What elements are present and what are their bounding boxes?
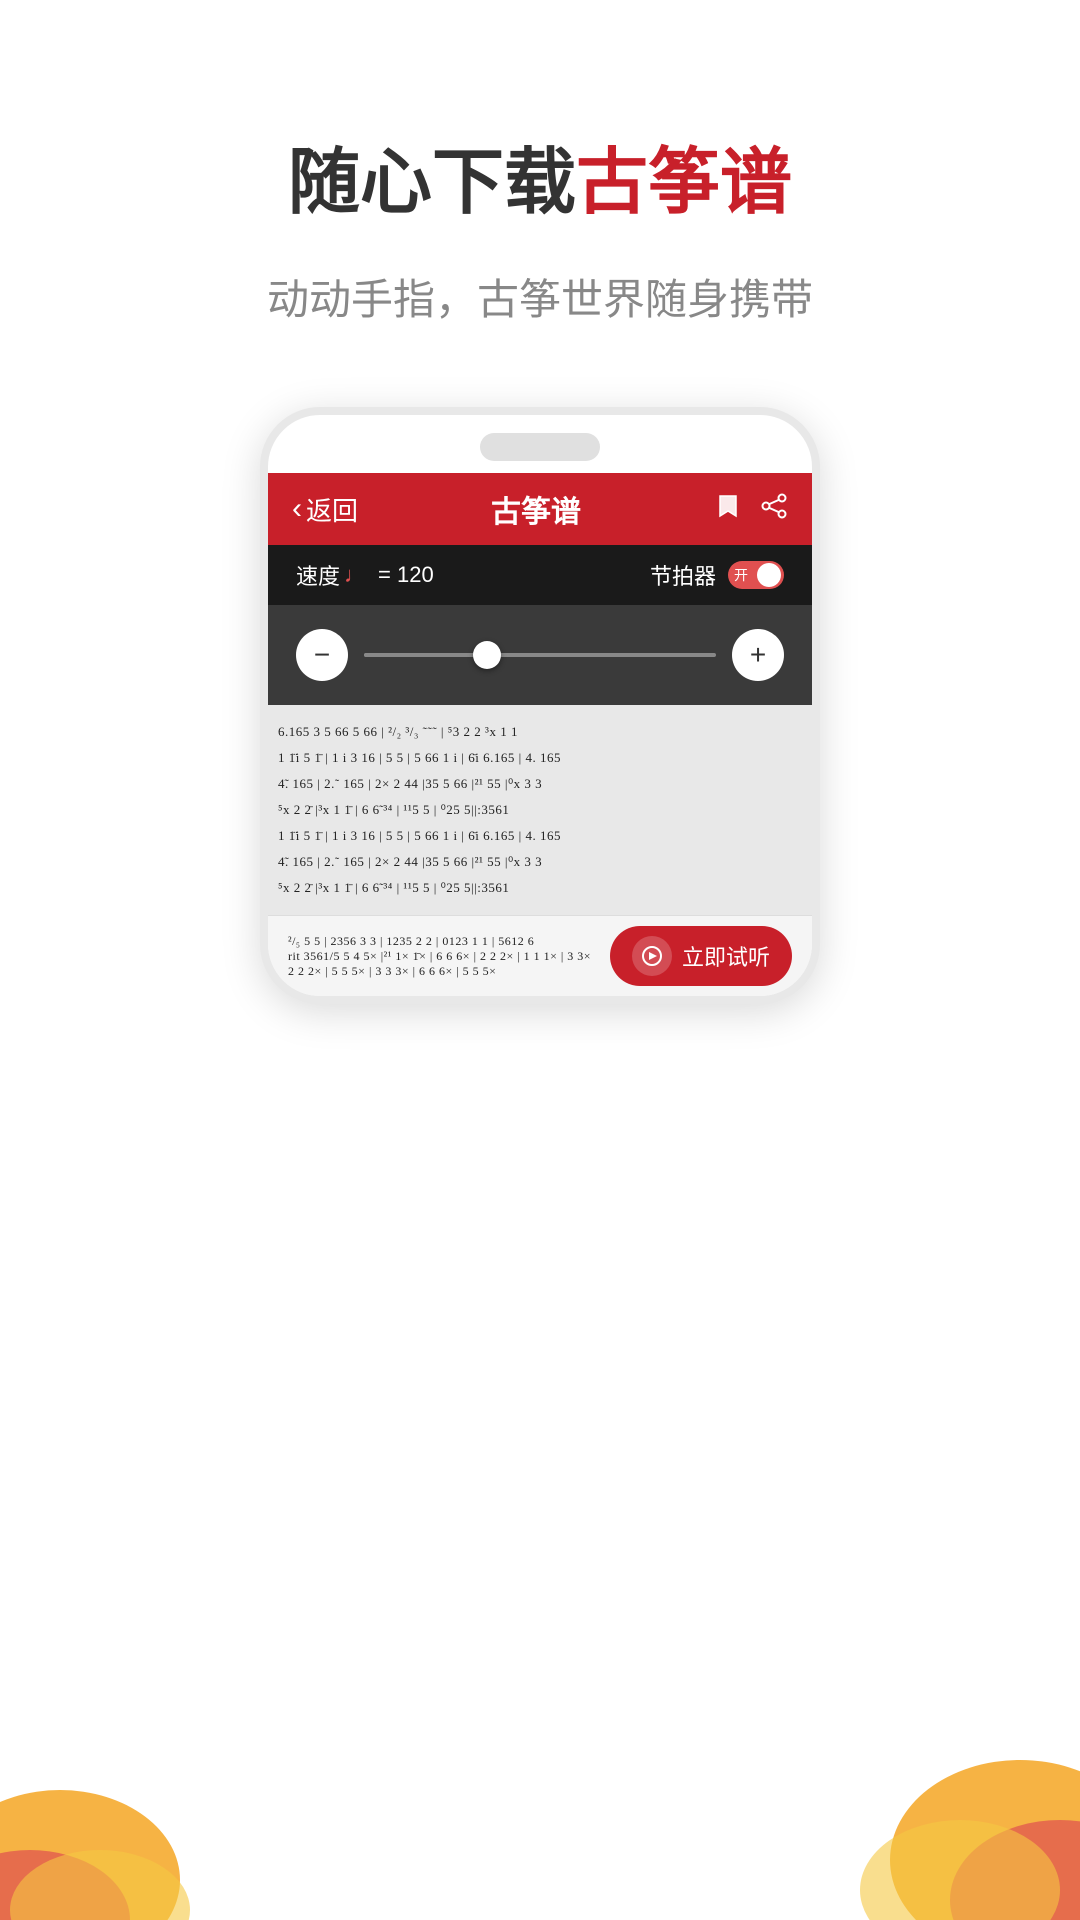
speed-bar: 速度 ♩ = 120 节拍器 开 (268, 545, 812, 605)
plus-icon: + (750, 639, 766, 671)
back-button[interactable]: ‹ 返回 (292, 491, 358, 528)
score-row-2: 1 1̈i 5 1̄ | 1 i 3 16 | 5 5 | 5 66 1 i |… (278, 745, 802, 771)
score-area: 6.165 3 5 66 5 66 | ²/₂ ³/₃ ˜˜˜ | ⁵3 2 2… (268, 705, 812, 915)
toggle-thumb (757, 563, 781, 587)
back-chevron-icon: ‹ (292, 492, 302, 526)
slider-area: − + (268, 605, 812, 705)
score-content: 6.165 3 5 66 5 66 | ²/₂ ³/₃ ˜˜˜ | ⁵3 2 2… (268, 713, 812, 907)
bottom-score-row3: 2 2 2× | 5 5 5× | 3 3 3× | 6 6 6× | 5 5 … (288, 964, 591, 979)
metronome-label: 节拍器 (650, 559, 716, 591)
speed-label: 速度 (296, 559, 340, 591)
title-part1: 随心下载 (288, 143, 576, 223)
app-header: ‹ 返回 古筝谱 (268, 473, 812, 545)
back-label: 返回 (306, 491, 358, 528)
app-bar-title: 古筝谱 (491, 487, 581, 531)
score-row-3: 4̃. 165 | 2.˜ 165 | 2× 2 44 |35 5 66 |²¹… (278, 771, 802, 797)
sub-title: 动动手指，古筝世界随身携带 (0, 266, 1080, 327)
score-row-4: ⁵x 2 2̄ |³x 1 1̄ | 6 6̃ ³⁴ | ¹¹5 5 | ⁰25… (278, 797, 802, 823)
header-icons (714, 492, 788, 527)
toggle-on-label: 开 (734, 565, 748, 585)
phone-speaker (480, 433, 600, 461)
app-screen: ‹ 返回 古筝谱 (268, 473, 812, 996)
music-note-icon: ♩ (344, 562, 366, 588)
phone-screen: ‹ 返回 古筝谱 (268, 473, 812, 996)
minus-button[interactable]: − (296, 629, 348, 681)
metronome-section: 节拍器 开 (650, 559, 784, 591)
slider-fill (364, 653, 487, 657)
bookmark-icon[interactable] (714, 492, 742, 527)
slider-thumb (473, 641, 501, 669)
decoration-blob-left (0, 1620, 240, 1920)
plus-button[interactable]: + (732, 629, 784, 681)
score-row-6: 4̃. 165 | 2.˜ 165 | 2× 2 44 |35 5 66 |²¹… (278, 849, 802, 875)
score-row-1: 6.165 3 5 66 5 66 | ²/₂ ³/₃ ˜˜˜ | ⁵3 2 2… (278, 719, 802, 745)
listen-icon (632, 936, 672, 976)
listen-button[interactable]: 立即试听 (610, 926, 792, 986)
phone-container: ‹ 返回 古筝谱 (0, 407, 1080, 1004)
share-icon[interactable] (760, 492, 788, 527)
main-title: 随心下载古筝谱 (0, 140, 1080, 226)
title-part2: 古筝谱 (576, 143, 792, 223)
phone-mockup: ‹ 返回 古筝谱 (260, 407, 820, 1004)
speed-value: = 120 (378, 562, 434, 588)
decoration-blob-right (800, 1580, 1080, 1920)
speed-slider[interactable] (364, 653, 716, 657)
bottom-score-row2: rit 3561/5 5 4 5× |²¹ 1× 1̄× | 6 6 6× | … (288, 949, 591, 964)
metronome-toggle[interactable]: 开 (728, 561, 784, 589)
listen-label: 立即试听 (682, 940, 770, 972)
bottom-score-row1: ²/₅ 5 5 | 2356 3 3 | 1235 2 2 | 0123 1 1… (288, 934, 591, 949)
bottom-score: ²/₅ 5 5 | 2356 3 3 | 1235 2 2 | 0123 1 1… (288, 934, 591, 979)
header-section: 随心下载古筝谱 动动手指，古筝世界随身携带 (0, 0, 1080, 387)
score-row-5: 1 1̈i 5 1̄ | 1 i 3 16 | 5 5 | 5 66 1 i |… (278, 823, 802, 849)
minus-icon: − (314, 639, 330, 671)
score-row-7: ⁵x 2 2̄ |³x 1 1̄ | 6 6̃ ³⁴ | ¹¹5 5 | ⁰25… (278, 875, 802, 901)
bottom-bar: ²/₅ 5 5 | 2356 3 3 | 1235 2 2 | 0123 1 1… (268, 915, 812, 996)
